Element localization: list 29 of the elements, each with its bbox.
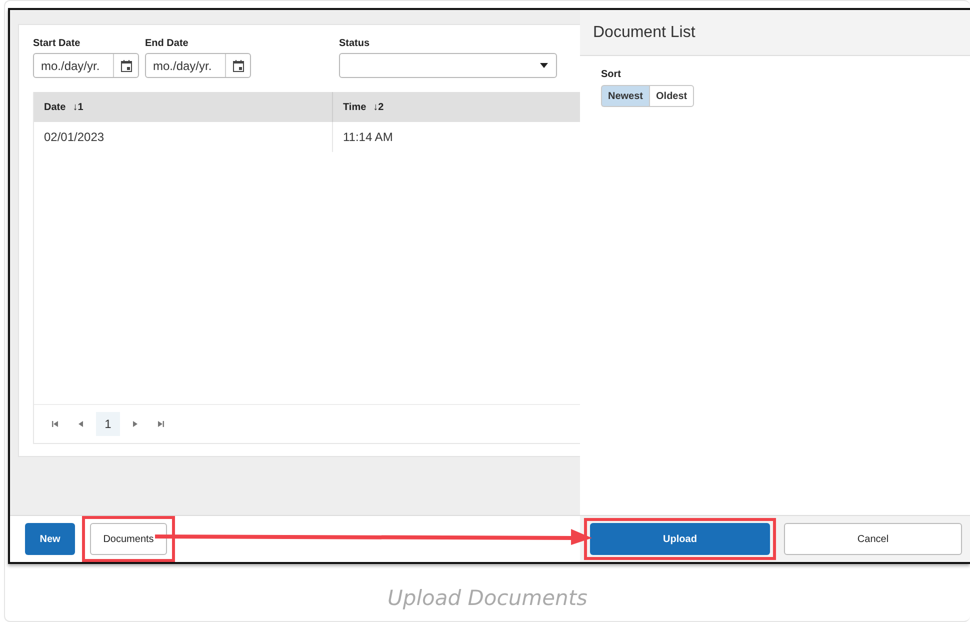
table-cell: 02/01/2023	[44, 130, 104, 144]
last-page-icon	[157, 420, 165, 428]
primary-button[interactable]: Upload	[590, 523, 770, 555]
primary-button[interactable]: New	[25, 523, 75, 555]
field-label: End Date	[145, 38, 190, 49]
table-cell: 11:14 AM	[343, 130, 393, 144]
sort-option[interactable]: Newest	[601, 85, 650, 107]
page-button[interactable]: 1	[96, 412, 120, 436]
secondary-button[interactable]: Cancel	[784, 523, 962, 555]
next-page-icon	[131, 420, 139, 428]
figure-caption: Upload Documents	[388, 586, 588, 610]
field-label: Start Date	[33, 38, 82, 49]
column-header[interactable]: Date	[44, 102, 66, 112]
secondary-button[interactable]: Documents	[90, 523, 167, 555]
date-field[interactable]: mo./day/yr.	[145, 53, 251, 78]
status-dropdown[interactable]	[339, 53, 557, 78]
panel-title: Document List	[593, 24, 696, 42]
first-page-icon	[51, 420, 59, 428]
sort-label: Sort	[601, 69, 622, 80]
calendar-icon	[232, 60, 244, 72]
sort-indicator: ↓2	[373, 102, 384, 112]
calendar-icon	[120, 60, 132, 72]
previous-page-icon	[77, 420, 85, 428]
field-label: Status	[339, 38, 371, 49]
column-header[interactable]: Time	[343, 102, 366, 112]
date-field[interactable]: mo./day/yr.	[33, 53, 139, 78]
sort-option[interactable]: Oldest	[649, 85, 694, 107]
caret-icon	[540, 63, 548, 68]
sort-indicator: ↓1	[72, 102, 84, 112]
